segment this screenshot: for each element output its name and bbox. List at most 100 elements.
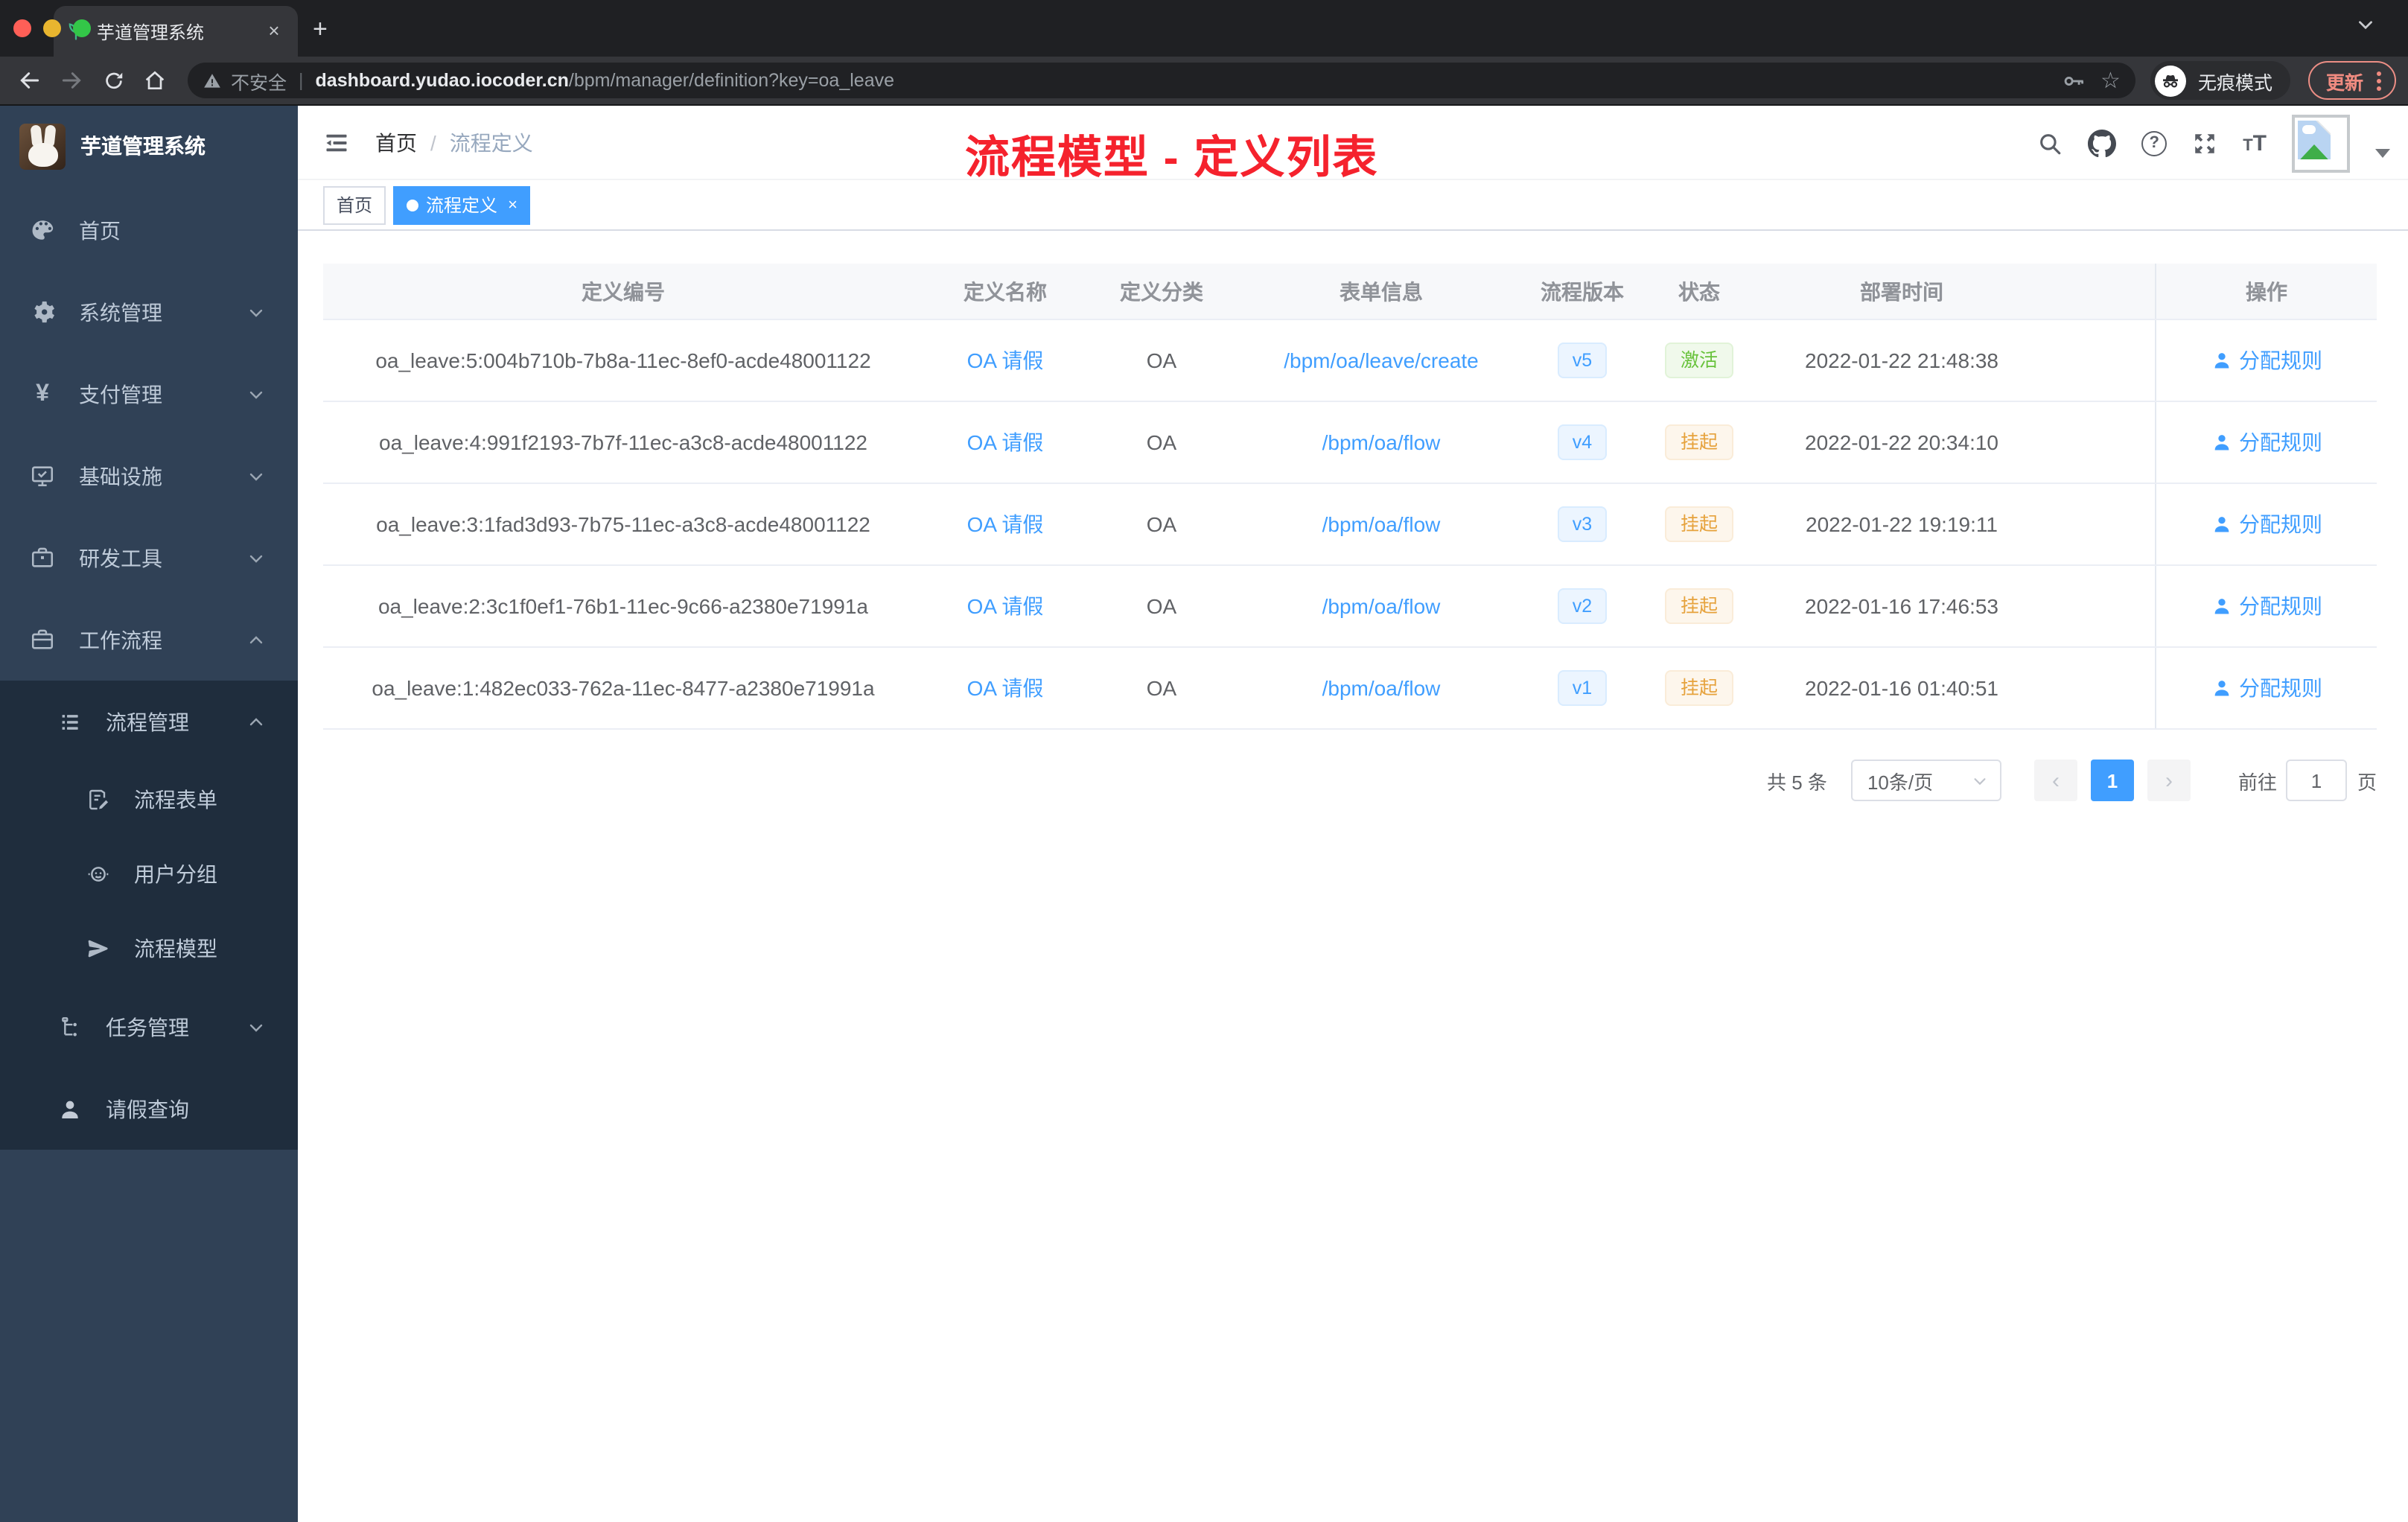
breadcrumb-home[interactable]: 首页 [375, 127, 417, 157]
sidebar-item-process-form[interactable]: 流程表单 [0, 762, 298, 837]
page-number-button[interactable]: 1 [2090, 760, 2134, 801]
search-icon[interactable] [2037, 130, 2063, 156]
password-key-icon[interactable] [2060, 68, 2086, 93]
browser-tab-strip: 芋道管理系统 × + [0, 0, 2408, 57]
back-icon[interactable] [12, 63, 48, 98]
briefcase-icon [30, 627, 55, 652]
paper-plane-icon [85, 936, 110, 961]
breadcrumb: 首页 / 流程定义 [375, 127, 533, 157]
sidebar-toggle-icon[interactable] [320, 126, 353, 159]
sidebar-item-home[interactable]: 首页 [0, 189, 298, 271]
page-content: 定义编号 定义名称 定义分类 表单信息 流程版本 状态 部署时间 操作 oa_l… [298, 231, 2408, 801]
sidebar-item-user-group[interactable]: 用户分组 [0, 837, 298, 911]
assign-rule-link[interactable]: 分配规则 [2239, 346, 2322, 375]
goto-page-input[interactable] [2285, 760, 2347, 801]
tag-home[interactable]: 首页 [323, 185, 386, 224]
browser-menu-icon[interactable] [2377, 71, 2381, 90]
url-bar[interactable]: 不安全 | dashboard.yudao.iocoder.cn/bpm/man… [188, 63, 2135, 98]
pagination: 共 5 条 10条/页 ‹ 1 › 前往 页 [323, 760, 2377, 801]
form-edit-icon [85, 787, 110, 812]
forward-icon[interactable] [54, 63, 89, 98]
prev-page-button[interactable]: ‹ [2033, 760, 2077, 801]
toolbox-icon [30, 545, 55, 570]
home-icon[interactable] [137, 63, 173, 98]
new-tab-button[interactable]: + [313, 15, 328, 45]
help-question-icon[interactable]: ? [2141, 130, 2167, 156]
sidebar-item-infrastructure[interactable]: 基础设施 [0, 435, 298, 517]
incognito-label: 无痕模式 [2197, 72, 2272, 93]
form-link[interactable]: /bpm/oa/leave/create [1284, 348, 1479, 372]
filler-cell [2043, 648, 2155, 728]
assign-rule-link[interactable]: 分配规则 [2239, 427, 2322, 457]
form-link[interactable]: /bpm/oa/flow [1322, 594, 1441, 618]
version-badge: v3 [1557, 506, 1608, 543]
definition-id: oa_leave:4:991f2193-7b7f-11ec-a3c8-acde4… [379, 430, 867, 454]
minimize-window-button[interactable] [43, 19, 61, 37]
definition-name-link[interactable]: OA 请假 [967, 346, 1044, 375]
broken-image-icon [2298, 120, 2331, 159]
github-icon[interactable] [2088, 129, 2117, 157]
user-avatar[interactable] [2292, 114, 2350, 172]
window-controls[interactable] [13, 19, 91, 37]
sidebar-item-leave-query[interactable]: 请假查询 [0, 1068, 298, 1150]
definition-name-link[interactable]: OA 请假 [967, 673, 1044, 703]
assign-user-icon [2211, 514, 2232, 535]
chevron-up-icon [247, 713, 265, 730]
form-link[interactable]: /bpm/oa/flow [1322, 430, 1441, 454]
version-badge: v1 [1557, 669, 1608, 707]
definition-id: oa_leave:1:482ec033-762a-11ec-8477-a2380… [372, 676, 875, 700]
sidebar-item-process-model[interactable]: 流程模型 [0, 911, 298, 986]
security-label[interactable]: 不安全 [231, 66, 287, 95]
tab-search-chevron-icon[interactable] [2356, 15, 2375, 34]
table-row: oa_leave:4:991f2193-7b7f-11ec-a3c8-acde4… [323, 402, 2377, 484]
definition-category: OA [1146, 676, 1177, 700]
sidebar-item-task-management[interactable]: 任务管理 [0, 986, 298, 1068]
definition-category: OA [1146, 430, 1177, 454]
yen-icon: ¥ [36, 380, 49, 406]
close-window-button[interactable] [13, 19, 31, 37]
assign-rule-link[interactable]: 分配规则 [2239, 509, 2322, 539]
browser-update-button[interactable]: 更新 [2307, 61, 2396, 100]
assign-rule-link[interactable]: 分配规则 [2239, 673, 2322, 703]
sidebar-item-payment[interactable]: ¥ 支付管理 [0, 353, 298, 435]
page-annotation-title: 流程模型 - 定义列表 [965, 134, 1379, 183]
breadcrumb-separator: / [430, 130, 436, 154]
page-size-select[interactable]: 10条/页 [1850, 760, 2001, 801]
column-header: 定义名称 [963, 279, 1047, 303]
font-size-icon[interactable]: TT [2243, 130, 2267, 156]
tags-view-bar: 首页 流程定义 × [298, 180, 2408, 231]
sidebar-menu: 首页 系统管理 ¥ 支付管理 基础设施 研发工具 工作流程 流程管理 流程表单 … [0, 186, 298, 1150]
definition-name-link[interactable]: OA 请假 [967, 427, 1044, 457]
sidebar-item-dev-tools[interactable]: 研发工具 [0, 517, 298, 599]
definition-name-link[interactable]: OA 请假 [967, 591, 1044, 621]
tag-process-definition[interactable]: 流程定义 × [393, 185, 531, 224]
sidebar-item-workflow[interactable]: 工作流程 [0, 599, 298, 681]
bookmark-star-icon[interactable]: ☆ [2100, 67, 2121, 94]
fullscreen-icon[interactable] [2192, 130, 2217, 156]
tag-close-icon[interactable]: × [508, 196, 517, 214]
definition-category: OA [1146, 348, 1177, 372]
app-logo[interactable]: 芋道管理系统 [0, 106, 298, 186]
definition-name-link[interactable]: OA 请假 [967, 509, 1044, 539]
user-menu-caret-icon[interactable] [2375, 149, 2390, 158]
table-row: oa_leave:2:3c1f0ef1-76b1-11ec-9c66-a2380… [323, 566, 2377, 648]
sidebar-item-system[interactable]: 系统管理 [0, 271, 298, 353]
assign-user-icon [2211, 596, 2232, 617]
url-text[interactable]: dashboard.yudao.iocoder.cn/bpm/manager/d… [316, 70, 2052, 91]
filler-cell [2043, 320, 2155, 401]
deploy-time: 2022-01-22 21:48:38 [1805, 348, 1998, 372]
reload-icon[interactable] [95, 63, 131, 98]
page-unit-label: 页 [2357, 771, 2377, 793]
form-link[interactable]: /bpm/oa/flow [1322, 512, 1441, 536]
table-row: oa_leave:3:1fad3d93-7b75-11ec-a3c8-acde4… [323, 484, 2377, 566]
filler-cell [2043, 484, 2155, 564]
next-page-button[interactable]: › [2147, 760, 2191, 801]
maximize-window-button[interactable] [73, 19, 91, 37]
tab-close-icon[interactable]: × [262, 19, 286, 43]
assign-rule-link[interactable]: 分配规则 [2239, 591, 2322, 621]
sidebar-item-process-management[interactable]: 流程管理 [0, 681, 298, 762]
version-badge: v4 [1557, 424, 1608, 461]
form-link[interactable]: /bpm/oa/flow [1322, 676, 1441, 700]
version-badge: v2 [1557, 588, 1608, 625]
column-header: 定义分类 [1120, 279, 1203, 303]
